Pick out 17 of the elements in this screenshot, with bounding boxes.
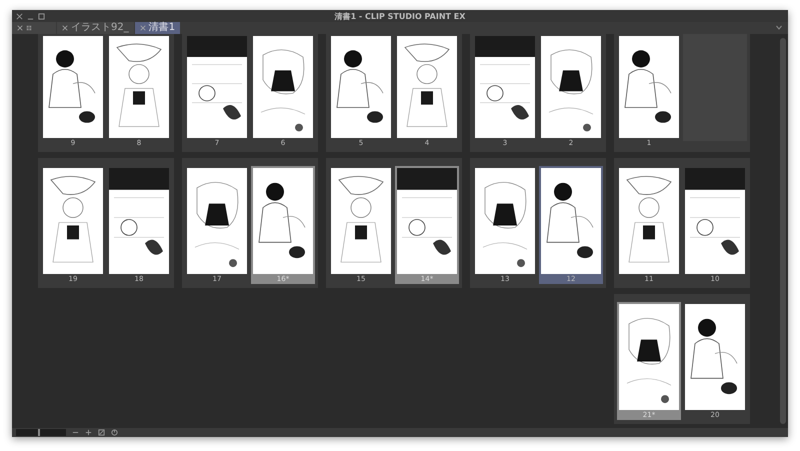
scrollbar-thumb[interactable] bbox=[780, 38, 786, 424]
document-tab[interactable]: 清書1 bbox=[134, 22, 180, 34]
maximize-icon[interactable] bbox=[38, 12, 45, 20]
close-icon[interactable] bbox=[140, 25, 146, 31]
slider-thumb[interactable] bbox=[38, 429, 40, 436]
close-icon[interactable] bbox=[16, 12, 23, 20]
document-tab[interactable]: イラスト92_ bbox=[57, 22, 134, 34]
zoom-slider[interactable] bbox=[16, 429, 66, 436]
window-title: 清書1 - CLIP STUDIO PAINT EX bbox=[334, 12, 466, 20]
close-icon[interactable] bbox=[17, 25, 23, 31]
plus-icon[interactable] bbox=[85, 429, 92, 436]
fit-icon[interactable] bbox=[98, 429, 105, 436]
grid-icon bbox=[26, 25, 32, 31]
chevron-icon[interactable] bbox=[776, 25, 782, 30]
document-tab[interactable] bbox=[12, 22, 56, 34]
close-icon[interactable] bbox=[62, 25, 68, 31]
minus-icon[interactable] bbox=[72, 429, 79, 436]
